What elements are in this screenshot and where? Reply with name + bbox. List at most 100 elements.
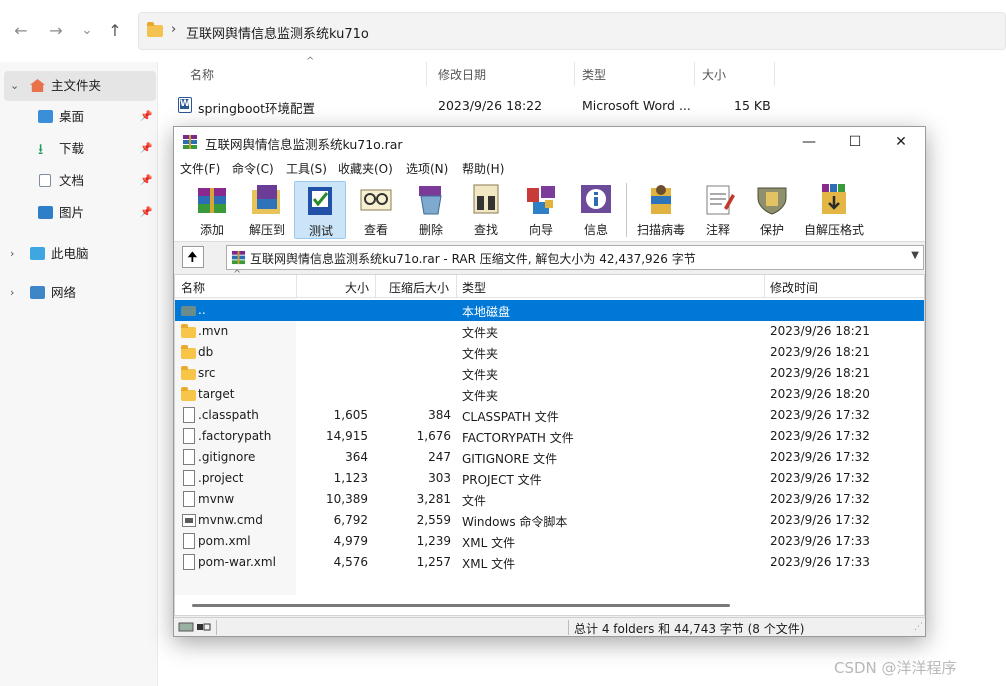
sidebar-item-this-pc[interactable]: › 此电脑: [0, 239, 156, 269]
table-row[interactable]: target 文件夹 2023/9/26 18:20: [175, 384, 924, 405]
minimize-icon[interactable]: —: [786, 127, 832, 157]
column-packed[interactable]: 压缩后大小: [389, 279, 449, 296]
pin-icon[interactable]: 📌: [140, 198, 152, 228]
row-type: 文件夹: [462, 326, 499, 340]
pin-icon[interactable]: 📌: [140, 102, 152, 132]
comment-icon: [706, 185, 735, 215]
row-name: .classpath: [198, 408, 259, 422]
table-row[interactable]: mvnw 10,389 3,281 文件 2023/9/26 17:32: [175, 489, 924, 510]
table-row[interactable]: .classpath 1,605 384 CLASSPATH 文件 2023/9…: [175, 405, 924, 426]
add-button[interactable]: 添加: [186, 181, 238, 239]
table-row[interactable]: .factorypath 14,915 1,676 FACTORYPATH 文件…: [175, 426, 924, 447]
comment-button[interactable]: 注释: [692, 181, 744, 239]
pin-icon[interactable]: 📌: [140, 166, 152, 196]
list-item[interactable]: springboot环境配置 2023/9/26 18:22 Microsoft…: [176, 94, 976, 118]
archive-path-text: 互联网舆情信息监测系统ku71o.rar - RAR 压缩文件, 解包大小为 4…: [250, 252, 696, 266]
row-size: 10,389: [326, 492, 368, 506]
status-divider: [568, 620, 569, 635]
chevron-right-icon[interactable]: ›: [10, 278, 14, 308]
menu-commands[interactable]: 命令(C): [232, 160, 274, 177]
view-icon: [360, 189, 392, 211]
sidebar-item-home[interactable]: ⌄ 主文件夹: [4, 71, 156, 101]
row-packed: 1,239: [416, 534, 451, 548]
table-row[interactable]: .. 本地磁盘: [175, 300, 924, 321]
chevron-down-icon[interactable]: ⌄: [10, 71, 19, 101]
row-type: 文件夹: [462, 389, 499, 403]
archive-path-combobox[interactable]: 互联网舆情信息监测系统ku71o.rar - RAR 压缩文件, 解包大小为 4…: [226, 245, 924, 270]
forward-arrow-icon[interactable]: →: [45, 20, 67, 42]
table-row[interactable]: pom-war.xml 4,576 1,257 XML 文件 2023/9/26…: [175, 552, 924, 573]
column-size[interactable]: 大小: [702, 66, 726, 83]
table-row[interactable]: mvnw.cmd 6,792 2,559 Windows 命令脚本 2023/9…: [175, 510, 924, 531]
row-packed: 303: [428, 471, 451, 485]
computer-icon: [30, 247, 45, 260]
menu-options[interactable]: 选项(N): [406, 160, 448, 177]
row-modified: 2023/9/26 18:21: [770, 324, 870, 338]
protect-icon: [757, 187, 787, 215]
delete-icon: [419, 186, 442, 215]
horizontal-scrollbar[interactable]: [176, 596, 923, 615]
extract-to-button[interactable]: 解压到: [241, 181, 293, 239]
column-size[interactable]: 大小: [345, 279, 369, 296]
protect-button[interactable]: 保护: [746, 181, 798, 239]
column-modified[interactable]: 修改时间: [770, 279, 818, 296]
pin-icon[interactable]: 📌: [140, 134, 152, 164]
title-bar[interactable]: 互联网舆情信息监测系统ku71o.rar — ☐ ✕: [174, 127, 925, 157]
sidebar-item-downloads[interactable]: ⭳ 下载 📌: [0, 134, 156, 164]
column-divider: [296, 275, 297, 298]
table-row[interactable]: db 文件夹 2023/9/26 18:21: [175, 342, 924, 363]
maximize-icon[interactable]: ☐: [832, 127, 878, 157]
network-icon: [30, 286, 45, 299]
table-row[interactable]: .gitignore 364 247 GITIGNORE 文件 2023/9/2…: [175, 447, 924, 468]
view-button[interactable]: 查看: [350, 181, 402, 239]
address-bar[interactable]: › 互联网舆情信息监测系统ku71o: [138, 12, 1006, 50]
status-summary: 总计 4 folders 和 44,743 字节 (8 个文件): [574, 622, 805, 636]
wizard-button[interactable]: 向导: [515, 181, 567, 239]
column-name[interactable]: 名称: [190, 66, 214, 83]
file-name: springboot环境配置: [198, 101, 316, 116]
column-type[interactable]: 类型: [462, 279, 486, 296]
recent-locations-icon[interactable]: ⌄: [76, 20, 98, 42]
toolbar: 添加 解压到 测试 查看 删除 查找 向导 信息 扫描病毒 注释 保护 自解压格…: [174, 179, 925, 242]
column-name[interactable]: 名称: [181, 279, 205, 296]
window-title: 互联网舆情信息监测系统ku71o.rar: [205, 137, 403, 152]
chevron-right-icon[interactable]: ›: [10, 239, 14, 269]
table-row[interactable]: .mvn 文件夹 2023/9/26 18:21: [175, 321, 924, 342]
up-arrow-icon[interactable]: ↑: [104, 20, 126, 42]
extract-icon: [252, 185, 280, 214]
up-one-level-button[interactable]: [182, 246, 204, 270]
virus-scan-button[interactable]: 扫描病毒: [635, 181, 687, 239]
home-icon: [30, 79, 45, 92]
back-arrow-icon[interactable]: ←: [10, 20, 32, 42]
close-icon[interactable]: ✕: [878, 127, 924, 157]
column-type[interactable]: 类型: [582, 66, 606, 83]
pictures-icon: [38, 206, 53, 219]
menu-favorites[interactable]: 收藏夹(O): [338, 160, 393, 177]
file-icon: [183, 428, 195, 444]
sidebar-item-network[interactable]: › 网络: [0, 278, 156, 308]
sidebar-item-documents[interactable]: 文档 📌: [0, 166, 156, 196]
table-row[interactable]: .project 1,123 303 PROJECT 文件 2023/9/26 …: [175, 468, 924, 489]
sidebar-item-pictures[interactable]: 图片 📌: [0, 198, 156, 228]
info-button[interactable]: 信息: [570, 181, 622, 239]
chevron-down-icon[interactable]: ▼: [911, 250, 919, 261]
path-bar: 互联网舆情信息监测系统ku71o.rar - RAR 压缩文件, 解包大小为 4…: [174, 242, 925, 272]
sfx-button[interactable]: 自解压格式: [804, 181, 864, 239]
menu-file[interactable]: 文件(F): [180, 160, 220, 177]
resize-grip-icon[interactable]: ⋰: [914, 622, 923, 632]
delete-button[interactable]: 删除: [405, 181, 457, 239]
column-modified[interactable]: 修改日期: [438, 66, 486, 83]
find-button[interactable]: 查找: [460, 181, 512, 239]
row-size: 1,605: [333, 408, 368, 422]
archive-file-list[interactable]: ^ 名称 大小 压缩后大小 类型 修改时间 .. 本地磁盘 .mvn 文件夹 2…: [174, 269, 925, 616]
sidebar-item-desktop[interactable]: 桌面 📌: [0, 102, 156, 132]
test-button[interactable]: 测试: [294, 181, 346, 239]
table-row[interactable]: src 文件夹 2023/9/26 18:21: [175, 363, 924, 384]
scrollbar-thumb[interactable]: [192, 604, 730, 607]
address-path[interactable]: 互联网舆情信息监测系统ku71o: [186, 23, 369, 42]
file-modified: 2023/9/26 18:22: [438, 98, 543, 113]
menu-tools[interactable]: 工具(S): [286, 160, 327, 177]
row-name: mvnw: [198, 492, 235, 506]
menu-help[interactable]: 帮助(H): [462, 160, 504, 177]
table-row[interactable]: pom.xml 4,979 1,239 XML 文件 2023/9/26 17:…: [175, 531, 924, 552]
